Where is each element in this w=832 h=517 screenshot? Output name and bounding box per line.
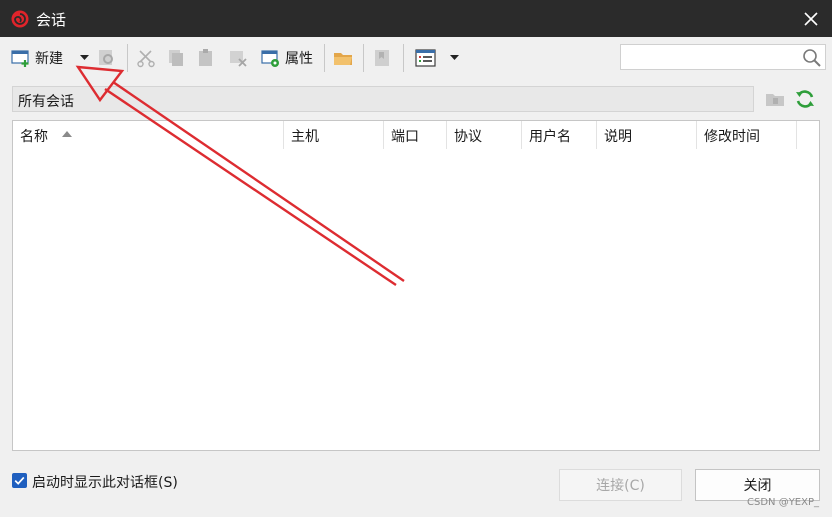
session-path-text: 所有会话 <box>18 94 74 110</box>
session-list[interactable]: 名称 主机 端口 协议 用户名 说明 修改时间 <box>12 120 820 451</box>
column-header-label: 名称 <box>20 129 48 145</box>
show-on-startup-label[interactable]: 启动时显示此对话框(S) <box>32 472 178 492</box>
dropdown-icon[interactable] <box>449 54 460 61</box>
column-header-label: 端口 <box>391 129 419 145</box>
search-icon[interactable] <box>801 47 823 69</box>
properties-label: 属性 <box>285 51 313 67</box>
app-logo-icon <box>11 10 29 28</box>
column-header-label: 修改时间 <box>704 129 760 145</box>
window-title: 会话 <box>36 11 67 29</box>
connect-button[interactable]: 连接(C) <box>559 469 682 501</box>
bookmark-icon[interactable] <box>372 48 392 68</box>
new-folder-icon[interactable] <box>764 88 786 110</box>
column-header-port[interactable]: 端口 <box>384 121 447 149</box>
view-icon[interactable] <box>415 48 437 68</box>
title-bar: 会话 <box>0 0 832 37</box>
toolbar-separator <box>324 44 325 72</box>
watermark-text: CSDN @YEXP_ <box>747 497 819 508</box>
find-icon[interactable] <box>97 48 117 68</box>
column-header-host[interactable]: 主机 <box>284 121 384 149</box>
dropdown-icon[interactable] <box>79 54 90 61</box>
properties-icon <box>261 50 279 67</box>
close-icon[interactable] <box>798 6 824 32</box>
new-session-button[interactable]: 新建 <box>11 46 63 70</box>
delete-icon[interactable] <box>228 48 248 68</box>
refresh-icon[interactable] <box>794 88 816 110</box>
column-header-username[interactable]: 用户名 <box>522 121 597 149</box>
search-input[interactable] <box>620 44 826 70</box>
show-on-startup-checkbox[interactable] <box>12 473 27 488</box>
column-header-protocol[interactable]: 协议 <box>447 121 522 149</box>
paste-icon[interactable] <box>196 48 216 68</box>
session-path-bar: 所有会话 <box>12 86 754 112</box>
column-header-label: 说明 <box>604 129 632 145</box>
sort-ascending-icon <box>62 131 72 137</box>
toolbar-separator <box>127 44 128 72</box>
toolbar-separator <box>363 44 364 72</box>
column-header-label: 用户名 <box>529 129 571 145</box>
column-header-name[interactable]: 名称 <box>13 121 284 149</box>
toolbar-separator <box>403 44 404 72</box>
properties-button[interactable]: 属性 <box>261 46 313 70</box>
column-header-label: 协议 <box>454 129 482 145</box>
column-header-label: 主机 <box>291 129 319 145</box>
column-header-modified[interactable]: 修改时间 <box>697 121 797 149</box>
folder-icon[interactable] <box>333 48 353 68</box>
list-header: 名称 主机 端口 协议 用户名 说明 修改时间 <box>13 121 819 149</box>
new-session-label: 新建 <box>35 51 63 67</box>
column-header-description[interactable]: 说明 <box>597 121 697 149</box>
new-session-icon <box>11 50 29 67</box>
cut-icon[interactable] <box>136 48 156 68</box>
copy-icon[interactable] <box>166 48 186 68</box>
